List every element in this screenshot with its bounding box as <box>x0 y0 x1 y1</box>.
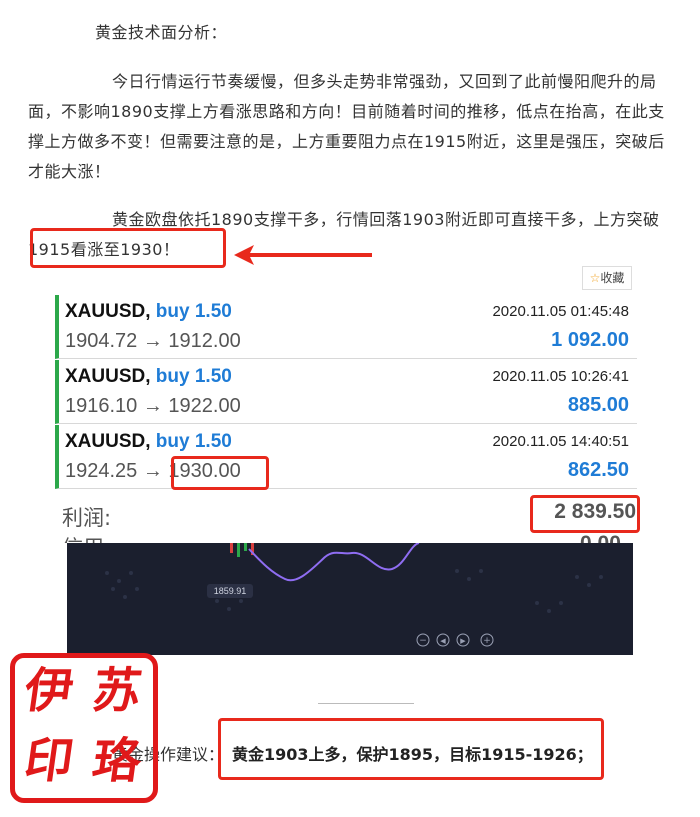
price-chart-overlay: 1859.91 − ◀ ▶ + <box>67 543 633 655</box>
price-tag: 1859.91 <box>214 586 247 596</box>
trade-close-price: 1922.00 <box>168 395 241 417</box>
trade-symbol: XAUUSD, <box>65 431 151 452</box>
credit-value: 0.00 <box>580 532 621 543</box>
credit-label: 信用: <box>62 532 111 543</box>
trade-symbol: XAUUSD, <box>65 301 151 322</box>
trade-side: buy 1.50 <box>155 301 232 322</box>
forward-icon[interactable]: ▶ <box>460 637 466 645</box>
highlight-box-profit <box>530 495 640 533</box>
trade-row: XAUUSD, buy 1.50 2020.11.05 14:40:51 192… <box>55 425 637 489</box>
trade-open-price: 1904.72 <box>65 330 138 352</box>
trade-open-price: 1924.25 <box>65 460 138 482</box>
trade-row: XAUUSD, buy 1.50 2020.11.05 01:45:48 190… <box>55 295 637 359</box>
arrow-right-icon: → <box>142 460 163 482</box>
trade-datetime: 2020.11.05 14:40:51 <box>492 433 629 450</box>
trade-profit: 862.50 <box>567 459 629 481</box>
trade-side: buy 1.50 <box>155 431 232 452</box>
trade-side: buy 1.50 <box>155 366 232 387</box>
trade-profit: 885.00 <box>567 394 629 416</box>
rewind-icon[interactable]: ◀ <box>440 637 446 645</box>
seal-stamp: 伊 苏 印 珞 <box>10 653 158 803</box>
trade-close-price: 1912.00 <box>168 330 241 352</box>
trade-datetime: 2020.11.05 01:45:48 <box>492 303 629 320</box>
section-divider <box>318 703 414 704</box>
analysis-paragraph: 今日行情运行节奏缓慢，但多头走势非常强劲，又回到了此前慢阳爬升的局面，不影响18… <box>28 72 665 181</box>
stamp-char: 苏 <box>89 663 145 719</box>
favorite-button[interactable]: ☆收藏 <box>582 266 632 290</box>
trade-open-price: 1916.10 <box>65 395 138 417</box>
star-icon: ☆ <box>589 271 601 285</box>
favorite-label: 收藏 <box>600 271 625 285</box>
trade-profit: 1 092.00 <box>551 329 629 351</box>
stamp-char: 珞 <box>89 733 145 789</box>
profit-label: 利润: <box>62 506 112 530</box>
zoom-out-icon[interactable]: − <box>419 636 427 646</box>
trade-datetime: 2020.11.05 10:26:41 <box>492 368 629 385</box>
section-heading: 黄金技术面分析： <box>95 23 228 42</box>
trade-symbol: XAUUSD, <box>65 366 151 387</box>
trade-row: XAUUSD, buy 1.50 2020.11.05 10:26:41 191… <box>55 360 637 424</box>
stamp-char: 印 <box>21 733 77 789</box>
arrow-right-icon: → <box>142 395 163 417</box>
zoom-in-icon[interactable]: + <box>483 636 491 646</box>
arrow-left-icon <box>234 245 372 265</box>
highlight-box-advice <box>218 718 604 780</box>
arrow-right-icon: → <box>142 330 163 352</box>
highlight-box-close-price <box>171 456 269 490</box>
highlight-box-breakout <box>30 228 226 268</box>
stamp-char: 伊 <box>21 663 77 719</box>
